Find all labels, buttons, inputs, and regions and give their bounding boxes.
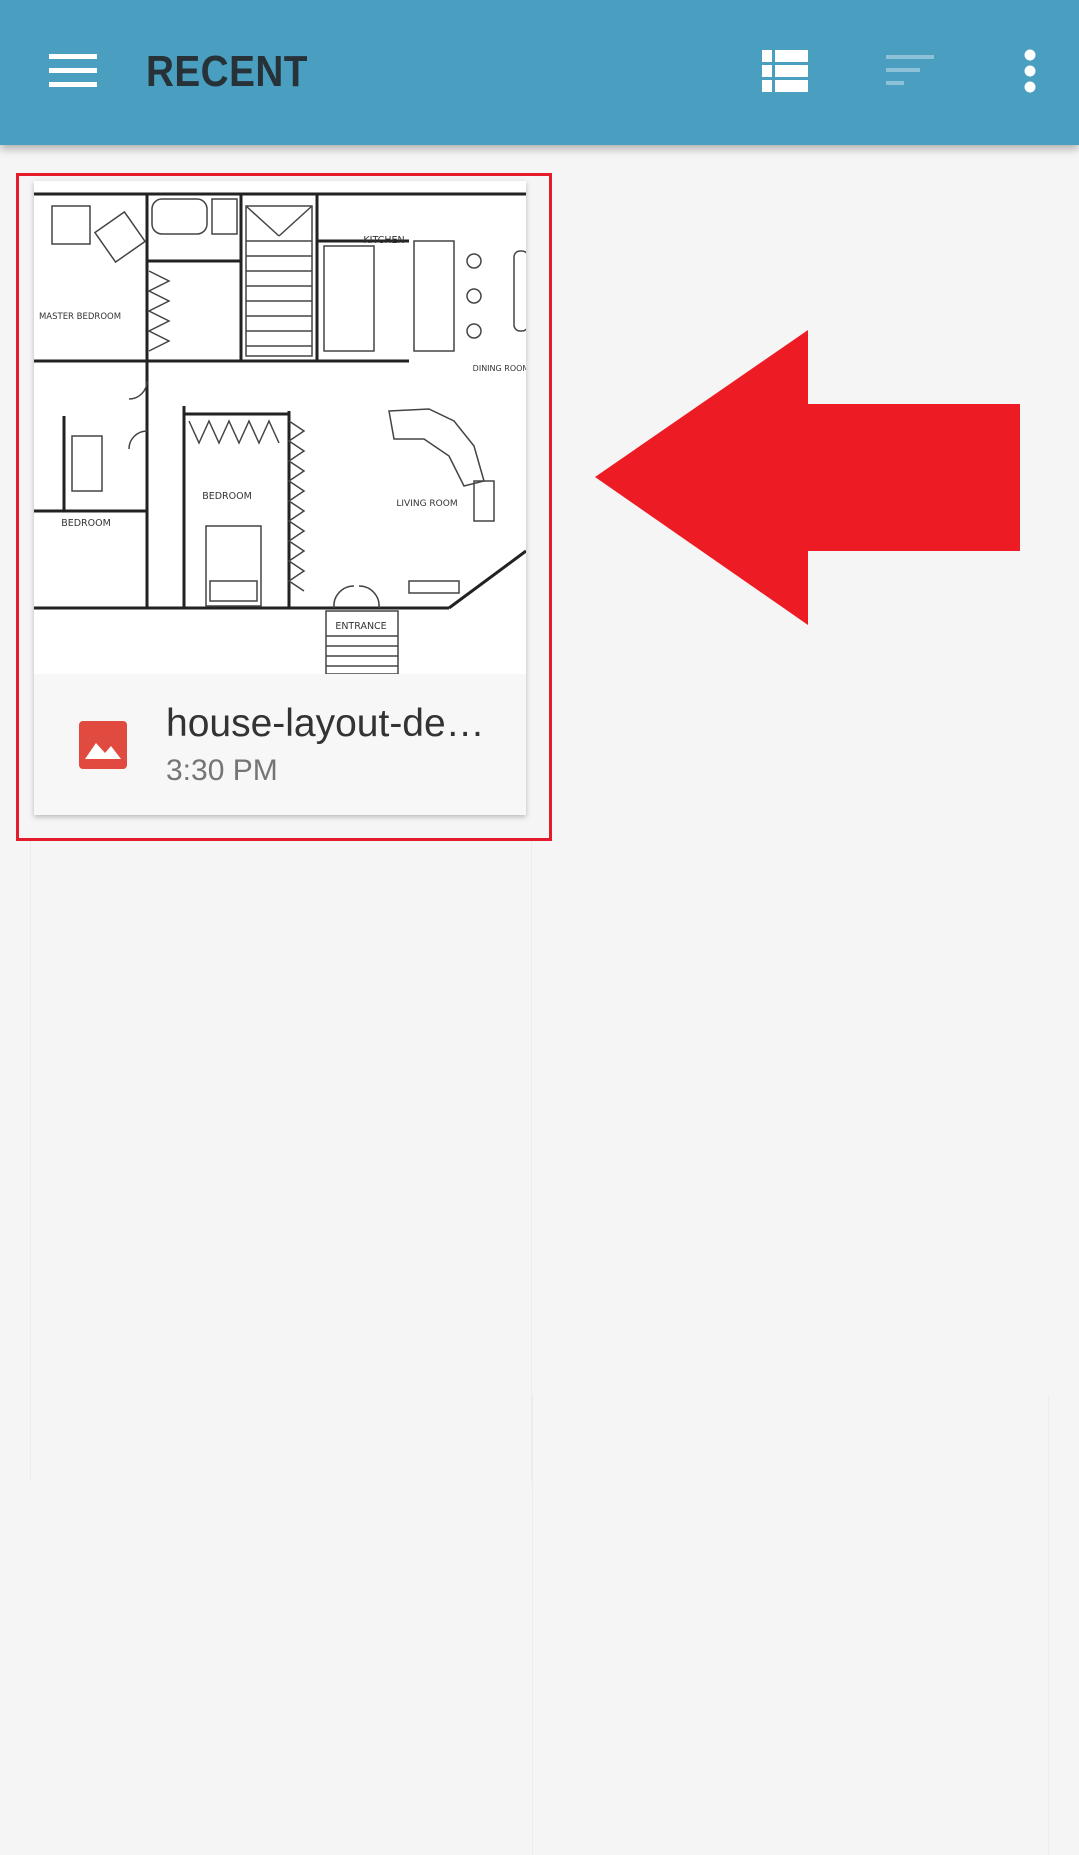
- floorplan-label: KITCHEN: [363, 235, 404, 246]
- sort-button[interactable]: [870, 33, 950, 113]
- file-card-footer: house-layout-de… 3:30 PM: [34, 674, 526, 815]
- file-modified-time: 3:30 PM: [166, 754, 278, 787]
- more-vert-icon: [1024, 49, 1036, 98]
- more-options-button[interactable]: [1000, 33, 1060, 113]
- floor-plan-image: MASTER BEDROOM KITCHEN DINING ROOM BEDRO…: [34, 181, 526, 674]
- file-thumbnail: MASTER BEDROOM KITCHEN DINING ROOM BEDRO…: [34, 181, 526, 674]
- floorplan-label: LIVING ROOM: [396, 499, 457, 509]
- sort-icon: [886, 54, 934, 92]
- image-icon: [79, 721, 127, 769]
- floorplan-label: BEDROOM: [202, 491, 252, 502]
- empty-grid-cell: [30, 841, 532, 1481]
- file-name: house-layout-de…: [166, 702, 485, 745]
- file-card[interactable]: MASTER BEDROOM KITCHEN DINING ROOM BEDRO…: [34, 181, 526, 815]
- annotation-arrow-icon: [595, 330, 1020, 630]
- top-app-bar: RECENT: [0, 0, 1079, 145]
- floorplan-label: BEDROOM: [61, 518, 111, 529]
- empty-grid-cell: [532, 1395, 1049, 1855]
- floorplan-label: ENTRANCE: [335, 621, 386, 632]
- view-toggle-button[interactable]: [745, 33, 825, 113]
- list-view-icon: [762, 49, 808, 97]
- floorplan-label: DINING ROOM: [473, 364, 526, 373]
- menu-button[interactable]: [30, 33, 115, 113]
- page-title: RECENT: [146, 47, 308, 96]
- floorplan-label: MASTER BEDROOM: [39, 312, 121, 322]
- menu-icon: [48, 53, 97, 93]
